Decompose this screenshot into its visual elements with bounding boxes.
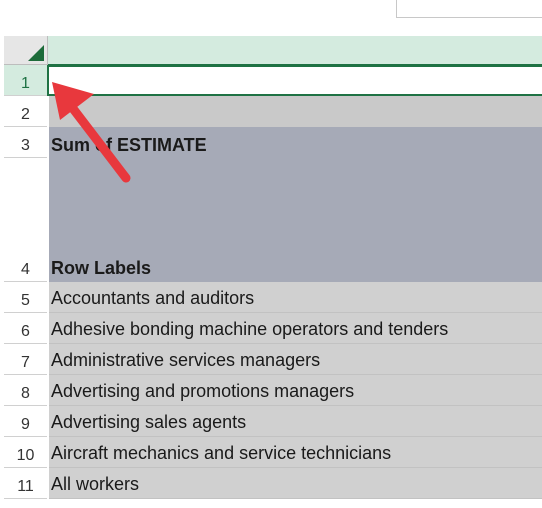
select-all-triangle-icon: [28, 45, 44, 61]
row-header-5[interactable]: 5: [4, 282, 47, 313]
cell-a8[interactable]: Advertising and promotions managers: [49, 375, 542, 406]
row-header-7[interactable]: 7: [4, 344, 47, 375]
formula-bar-input[interactable]: [396, 0, 542, 18]
column-header-a[interactable]: [48, 36, 542, 66]
cell-a10[interactable]: Aircraft mechanics and service technicia…: [49, 437, 542, 468]
row-header-9[interactable]: 9: [4, 406, 47, 437]
row-header-1[interactable]: 1: [4, 65, 47, 96]
row-header-4[interactable]: 4: [4, 158, 47, 282]
cell-a11[interactable]: All workers: [49, 468, 542, 499]
cell-a6[interactable]: Adhesive bonding machine operators and t…: [49, 313, 542, 344]
row-header-11[interactable]: 11: [4, 468, 47, 499]
row-header-10[interactable]: 10: [4, 437, 47, 468]
row-header-8[interactable]: 8: [4, 375, 47, 406]
select-all-button[interactable]: [4, 36, 48, 65]
cell-a7[interactable]: Administrative services managers: [49, 344, 542, 375]
cell-a9[interactable]: Advertising sales agents: [49, 406, 542, 437]
row-header-2[interactable]: 2: [4, 96, 47, 127]
cell-a5[interactable]: Accountants and auditors: [49, 282, 542, 313]
red-arrow-icon: [52, 82, 131, 183]
formula-area: [0, 0, 542, 36]
row-header-6[interactable]: 6: [4, 313, 47, 344]
row-header-3[interactable]: 3: [4, 127, 47, 158]
